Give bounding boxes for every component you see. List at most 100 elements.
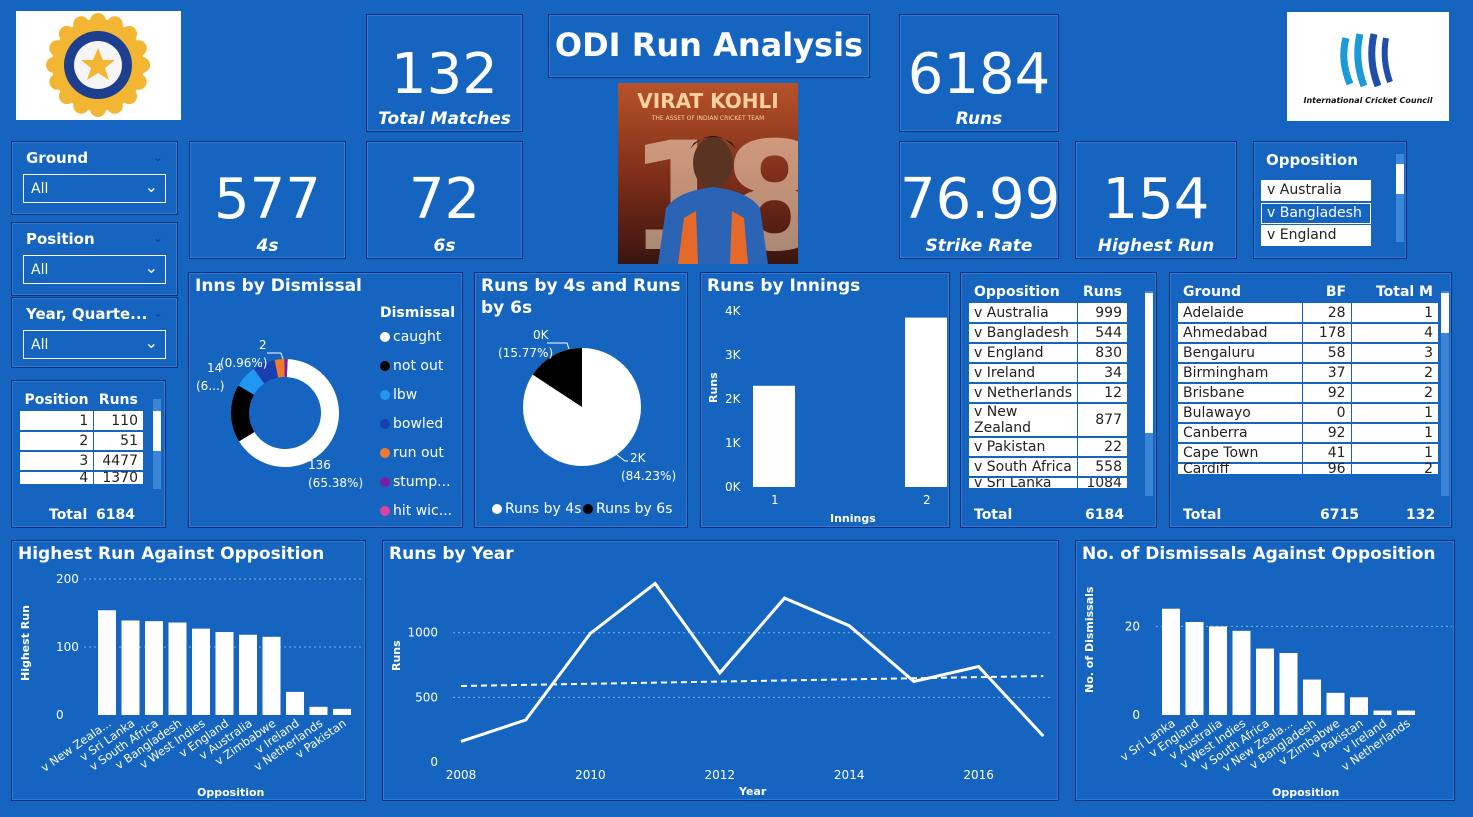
data-label: 2 <box>259 338 267 352</box>
ground-dropdown[interactable]: All ⌄ <box>23 174 166 203</box>
chevron-down-icon[interactable]: ⌄ <box>145 177 158 196</box>
axis-label: Runs <box>707 372 720 403</box>
table-row[interactable]: v Netherlands 12 <box>969 383 1127 404</box>
opposition-bar <box>168 622 187 715</box>
cell: 4477 <box>93 451 143 472</box>
opposition-bar <box>239 634 257 715</box>
scroll-thumb[interactable] <box>1145 293 1153 433</box>
bf-header[interactable]: BF <box>1302 281 1351 303</box>
legend-dot <box>380 448 390 458</box>
table-row[interactable]: Cardiff 96 2 <box>1178 462 1438 476</box>
opposition-header[interactable]: Opposition <box>969 281 1078 303</box>
legend-item: stump... <box>380 474 451 490</box>
opposition-item[interactable]: v Australia <box>1261 180 1371 201</box>
table-row[interactable]: Brisbane 92 2 <box>1178 383 1438 404</box>
chevron-down-icon[interactable]: ⌄ <box>153 306 163 320</box>
cell: Birmingham <box>1178 363 1303 384</box>
year-dropdown[interactable]: All ⌄ <box>23 330 166 359</box>
opposition-total-label: Total <box>974 507 1013 523</box>
cell: 1370 <box>93 471 143 486</box>
highest-opp-chart-card: Highest Run Against Opposition 200 100 0 v … <box>11 540 366 801</box>
dismissal-bar <box>1326 692 1345 715</box>
tick-label: 0 <box>430 755 438 769</box>
cell: Bengaluru <box>1178 343 1303 364</box>
axis-label: Opposition <box>197 786 264 799</box>
cell: 22 <box>1077 437 1127 458</box>
table-row[interactable]: v South Africa 558 <box>969 457 1127 478</box>
scroll-thumb[interactable] <box>153 411 161 451</box>
table-row[interactable]: 3 4477 <box>18 451 143 472</box>
table-row[interactable]: 1 110 <box>18 411 143 432</box>
table-row[interactable]: v Sri Lanka 1084 <box>969 477 1127 490</box>
table-row[interactable]: v England 830 <box>969 343 1127 364</box>
legend-dot <box>492 504 502 514</box>
table-row[interactable]: Canberra 92 1 <box>1178 423 1438 444</box>
cell: 1084 <box>1077 477 1127 490</box>
donut-slice <box>231 385 255 442</box>
table-row[interactable]: Bengaluru 58 3 <box>1178 343 1438 364</box>
opposition-bar <box>309 706 328 715</box>
dismiss-opp-bar-chart[interactable]: 200v Sri Lankav Englandv Australiav West… <box>1076 541 1456 802</box>
ground-slicer[interactable]: Ground ⌄ All ⌄ <box>11 141 178 215</box>
table-row[interactable]: Adelaide 28 1 <box>1178 303 1438 324</box>
table-row[interactable]: 4 1370 <box>18 471 143 486</box>
table-row[interactable]: v Bangladesh 544 <box>969 323 1127 344</box>
tick-label: 3K <box>725 348 742 362</box>
innings-chart-card: Runs by Innings 4K 3K 2K 1K 0K 1 2 Runs Innings <box>700 272 950 528</box>
cell: v Ireland <box>969 363 1078 384</box>
player-figure-icon <box>658 136 768 264</box>
ground-total-label: Total <box>1183 507 1222 523</box>
runs-line <box>460 581 1045 743</box>
tick-label: 0 <box>1132 708 1140 722</box>
cell: 877 <box>1077 403 1127 438</box>
cell: 544 <box>1077 323 1127 344</box>
table-row[interactable]: v Australia 999 <box>969 303 1127 324</box>
position-dropdown[interactable]: All ⌄ <box>23 255 166 284</box>
tick-label: 100 <box>56 640 79 654</box>
opposition-slicer[interactable]: Opposition v Australia v Bangladesh v En… <box>1253 141 1407 259</box>
scroll-thumb[interactable] <box>1441 293 1449 333</box>
opposition-item[interactable]: v England <box>1261 225 1371 246</box>
table-row[interactable]: v Pakistan 22 <box>969 437 1127 458</box>
table-row[interactable]: Bulawayo 0 1 <box>1178 403 1438 424</box>
position-slicer[interactable]: Position ⌄ All ⌄ <box>11 222 178 296</box>
table-row[interactable]: Birmingham 37 2 <box>1178 363 1438 384</box>
legend-item: caught <box>380 329 441 345</box>
runs-header[interactable]: Runs <box>1078 281 1127 303</box>
chevron-down-icon[interactable]: ⌄ <box>153 150 163 164</box>
table-row[interactable]: v New Zealand 877 <box>969 403 1127 438</box>
runs-header[interactable]: Runs <box>94 389 143 411</box>
scroll-thumb[interactable] <box>1396 164 1404 194</box>
highest-opp-bar-chart[interactable]: 2001000v New Zeala...v Sri Lankav South … <box>12 541 367 802</box>
year-slicer-title: Year, Quarte... <box>26 305 148 323</box>
table-row[interactable]: Cape Town 41 1 <box>1178 443 1438 464</box>
cell: v Pakistan <box>969 437 1078 458</box>
table-row[interactable]: Ahmedabad 178 4 <box>1178 323 1438 344</box>
chevron-down-icon[interactable]: ⌄ <box>145 333 158 352</box>
tick-label: 2010 <box>575 768 606 782</box>
legend-dot <box>380 419 390 429</box>
dismissal-bar <box>1373 710 1392 715</box>
axis-label: Opposition <box>1272 786 1339 799</box>
opposition-item-label: v Bangladesh <box>1267 205 1362 221</box>
highest-run-label: Highest Run <box>1097 236 1215 256</box>
fours-sixes-pie-chart[interactable]: 0K (15.77%) 2K (84.23%) <box>475 273 689 529</box>
legend-label: hit wic... <box>393 503 453 519</box>
opposition-item-label: v Australia <box>1267 182 1342 198</box>
table-row[interactable]: 2 51 <box>18 431 143 452</box>
opposition-item[interactable]: v Bangladesh <box>1261 203 1371 224</box>
position-header[interactable]: Position <box>20 389 94 411</box>
ground-header[interactable]: Ground <box>1178 281 1302 303</box>
opposition-bar <box>192 628 210 715</box>
chevron-down-icon[interactable]: ⌄ <box>153 231 163 245</box>
sixes-value: 72 <box>408 167 481 232</box>
innings-bar-chart[interactable]: 4K 3K 2K 1K 0K 1 2 Runs Innings <box>701 273 951 529</box>
year-line-chart[interactable]: 1000 500 0 2008 2010 2012 2014 2016 Runs Year <box>383 541 1060 802</box>
dismissal-bar <box>1209 626 1227 715</box>
cell: 2 <box>1350 363 1438 384</box>
chevron-down-icon[interactable]: ⌄ <box>145 258 158 277</box>
total-m-header[interactable]: Total M <box>1351 281 1438 303</box>
cell: 2 <box>1350 462 1438 476</box>
year-slicer[interactable]: Year, Quarte... ⌄ All ⌄ <box>11 297 178 368</box>
table-row[interactable]: v Ireland 34 <box>969 363 1127 384</box>
